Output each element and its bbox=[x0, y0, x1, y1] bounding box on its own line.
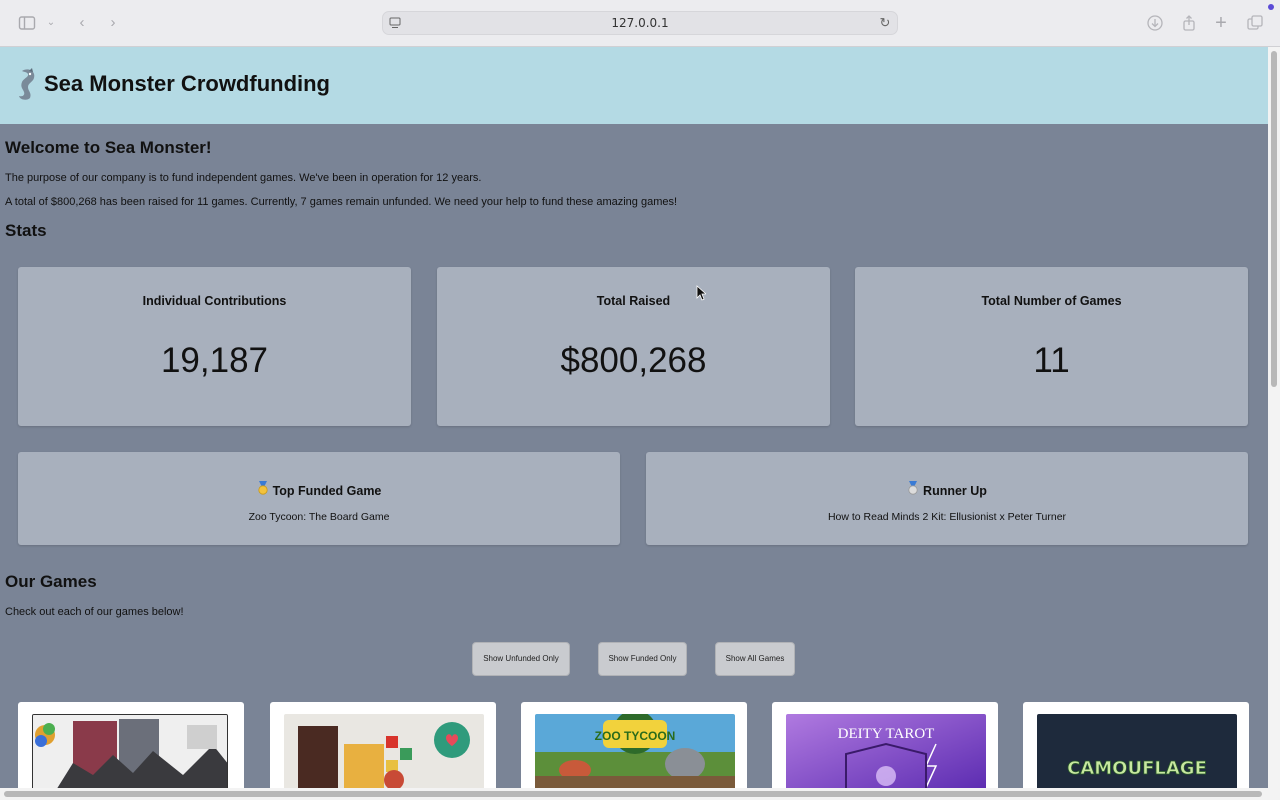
show-all-button[interactable]: Show All Games bbox=[715, 642, 795, 676]
top-funded-game: Zoo Tycoon: The Board Game bbox=[248, 511, 390, 523]
game-thumbnail: ZOO TYCOON bbox=[535, 714, 735, 794]
notification-dot bbox=[1268, 4, 1274, 10]
url-text: 127.0.0.1 bbox=[611, 16, 669, 30]
new-tab-icon[interactable]: + bbox=[1212, 13, 1230, 33]
site-header: Sea Monster Crowdfunding bbox=[0, 47, 1268, 124]
gold-medal-icon bbox=[257, 481, 269, 498]
stat-label: Total Number of Games bbox=[981, 294, 1122, 308]
game-card[interactable] bbox=[270, 702, 496, 800]
stat-value: 19,187 bbox=[160, 341, 269, 380]
game-card[interactable]: CAMOUFLAGE bbox=[1023, 702, 1249, 800]
stat-value: 11 bbox=[1033, 341, 1070, 380]
mouse-cursor-icon bbox=[696, 285, 706, 301]
scrollbar-thumb[interactable] bbox=[1271, 51, 1277, 387]
game-thumbnail bbox=[284, 714, 484, 794]
thumb-text: ZOO TYCOON bbox=[595, 729, 676, 743]
stats-heading: Stats bbox=[5, 221, 47, 240]
runner-up-label: Runner Up bbox=[923, 484, 987, 498]
games-subtitle: Check out each of our games below! bbox=[5, 606, 184, 618]
address-bar[interactable]: 127.0.0.1 ↻ bbox=[382, 11, 898, 35]
runner-up-card: Runner Up How to Read Minds 2 Kit: Ellus… bbox=[646, 452, 1248, 545]
thumb-text: CAMOUFLAGE bbox=[1067, 758, 1207, 779]
browser-toolbar: ⌄ ‹ › 127.0.0.1 ↻ + bbox=[0, 0, 1280, 47]
download-icon[interactable] bbox=[1146, 14, 1164, 32]
game-thumbnail: CAMOUFLAGE bbox=[1037, 714, 1237, 794]
show-unfunded-button[interactable]: Show Unfunded Only bbox=[472, 642, 570, 676]
share-icon[interactable] bbox=[1180, 14, 1198, 32]
stat-card-contributions: Individual Contributions 19,187 bbox=[18, 267, 411, 426]
welcome-heading: Welcome to Sea Monster! bbox=[5, 138, 212, 157]
sea-monster-logo-icon bbox=[19, 68, 35, 100]
game-card[interactable]: ZOO TYCOON bbox=[521, 702, 747, 800]
chevron-down-icon[interactable]: ⌄ bbox=[42, 14, 60, 32]
game-card[interactable]: DEITY TAROT bbox=[772, 702, 998, 800]
silver-medal-icon bbox=[907, 481, 919, 498]
welcome-purpose: The purpose of our company is to fund in… bbox=[5, 172, 482, 184]
top-funded-label: Top Funded Game bbox=[272, 484, 382, 498]
tab-overview-icon[interactable] bbox=[1246, 14, 1264, 32]
top-funded-card: Top Funded Game Zoo Tycoon: The Board Ga… bbox=[18, 452, 620, 545]
game-thumbnail: DEITY TAROT bbox=[786, 714, 986, 794]
back-arrow-icon[interactable]: ‹ bbox=[73, 14, 91, 32]
stat-value: $800,268 bbox=[560, 341, 707, 380]
game-card[interactable] bbox=[18, 702, 244, 800]
games-heading: Our Games bbox=[5, 572, 97, 591]
stat-label: Individual Contributions bbox=[142, 294, 287, 308]
horizontal-scrollbar[interactable] bbox=[0, 788, 1280, 800]
runner-up-game: How to Read Minds 2 Kit: Ellusionist x P… bbox=[827, 511, 1067, 523]
thumb-text: DEITY TAROT bbox=[838, 726, 935, 742]
reload-icon[interactable]: ↻ bbox=[878, 16, 892, 30]
stat-card-total-raised: Total Raised $800,268 bbox=[437, 267, 830, 426]
game-thumbnail bbox=[32, 714, 228, 794]
vertical-scrollbar[interactable] bbox=[1268, 47, 1280, 788]
welcome-summary: A total of $800,268 has been raised for … bbox=[5, 196, 678, 208]
stat-card-total-games: Total Number of Games 11 bbox=[855, 267, 1248, 426]
sidebar-toggle-icon[interactable] bbox=[18, 14, 36, 32]
stat-label: Total Raised bbox=[596, 294, 671, 308]
show-funded-button[interactable]: Show Funded Only bbox=[598, 642, 687, 676]
site-title: Sea Monster Crowdfunding bbox=[44, 71, 330, 96]
forward-arrow-icon[interactable]: › bbox=[104, 14, 122, 32]
scrollbar-thumb[interactable] bbox=[4, 791, 1262, 797]
main-content: Welcome to Sea Monster! The purpose of o… bbox=[0, 124, 1268, 800]
